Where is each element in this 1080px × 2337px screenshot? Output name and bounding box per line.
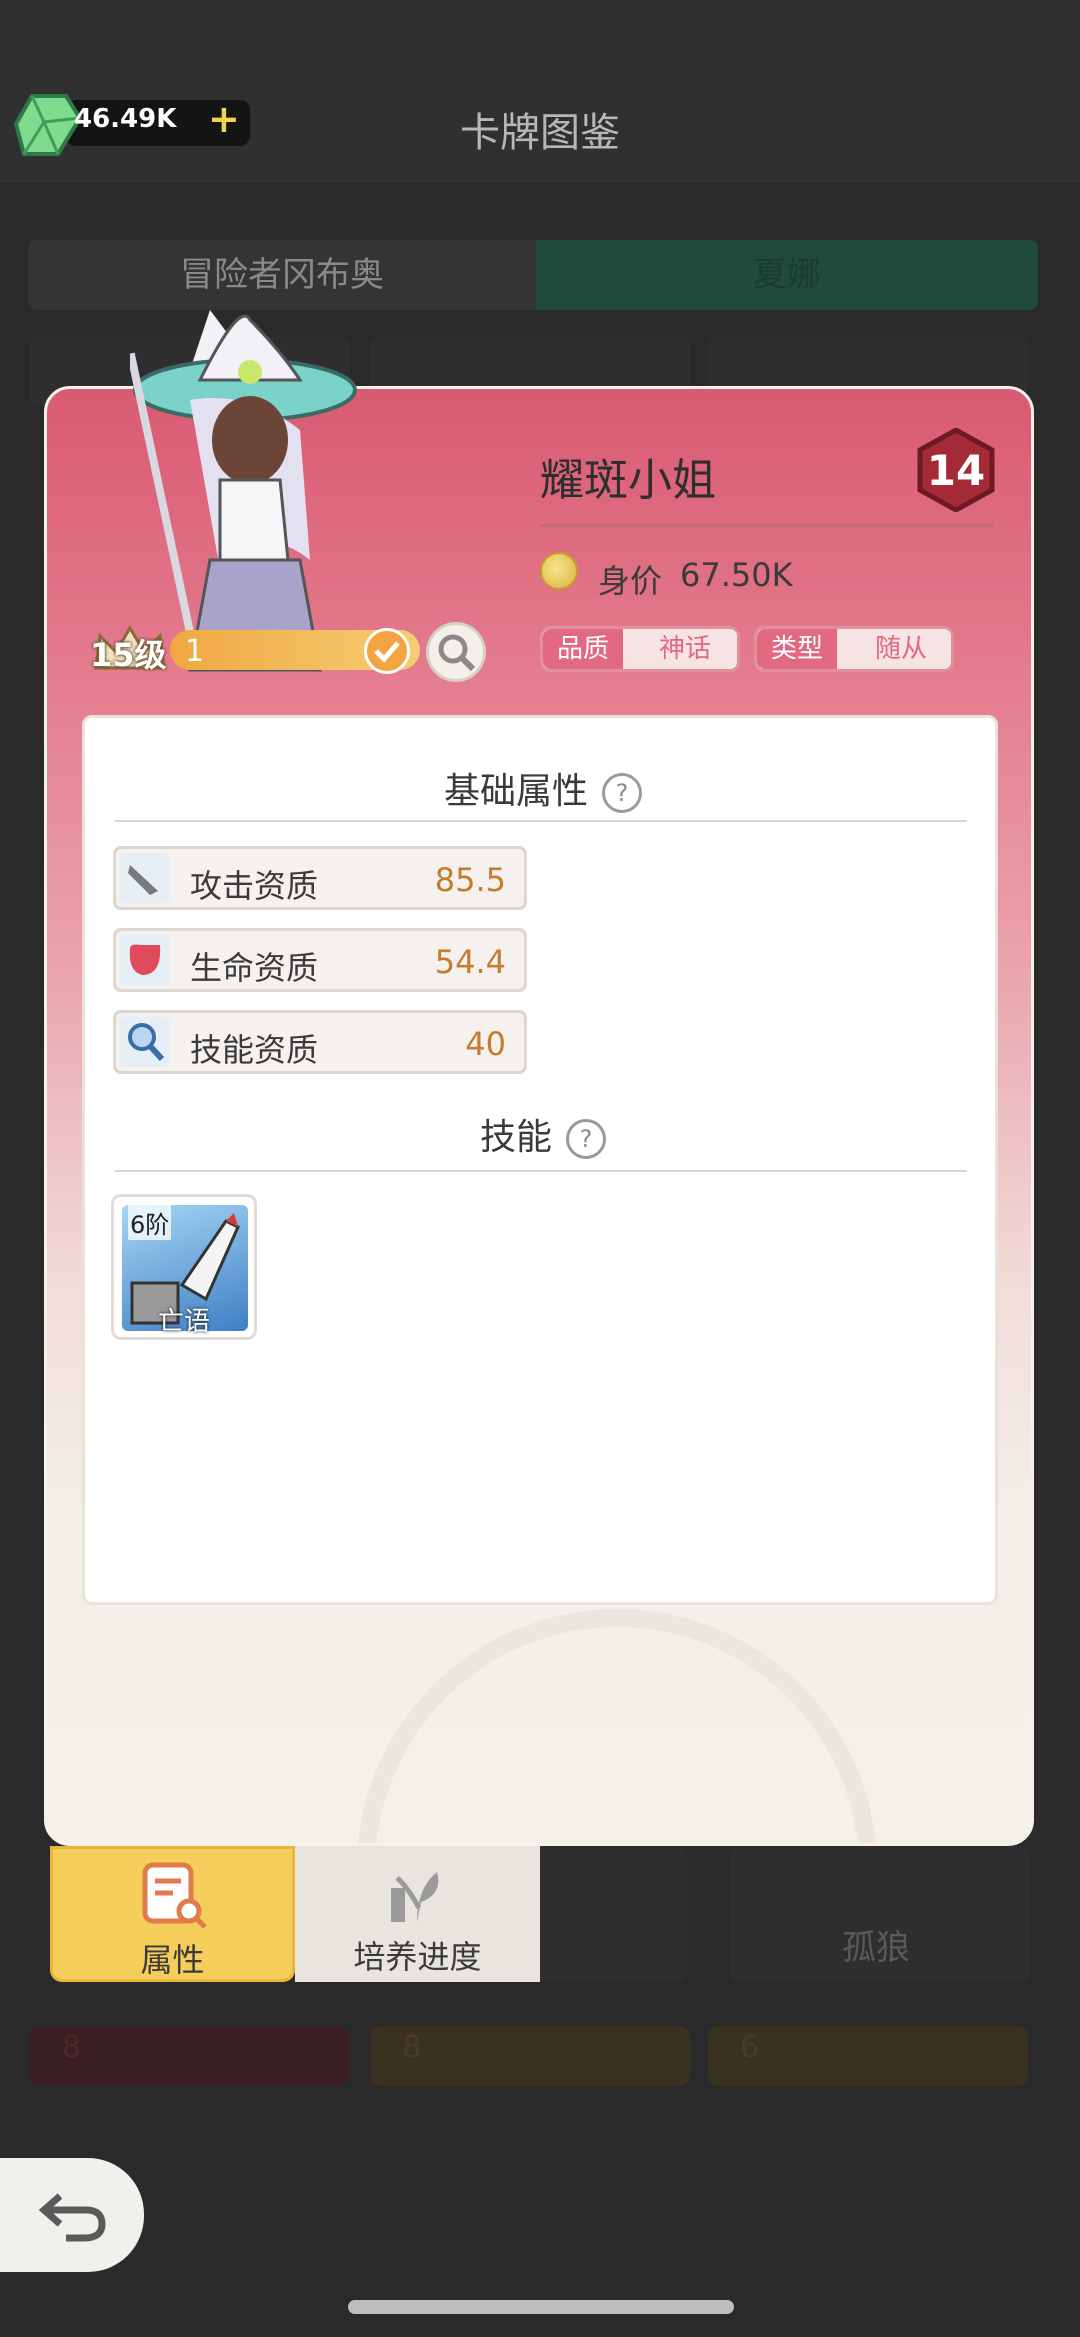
skills-title: 技能 [479,1117,552,1158]
zoom-button[interactable] [426,622,486,682]
level-progress: 15级 1 [90,622,420,678]
type-tag-value: 随从 [875,634,928,664]
price-value: 67.50K [680,556,793,594]
skills-header: 技能? [85,1108,1001,1160]
quality-tag-key: 品质 [543,629,624,669]
level-text: 15级 [90,636,167,674]
back-arrow-icon [38,2193,106,2242]
tab-adventurer[interactable]: 冒险者冈布奥 [28,240,536,310]
tab-label: 培养进度 [353,1938,482,1976]
tab-shana[interactable]: 夏娜 [536,240,1038,310]
emblem-watermark [357,1609,877,1843]
bg-card-level: 8 [62,2030,82,2065]
attr-value: 54.4 [434,943,506,981]
character-name: 耀斑小姐 [540,455,716,506]
level-badge-value: 14 [926,446,986,495]
tab-label: 属性 [140,1941,205,1979]
bg-card-label: 孤狼 [842,1928,910,1968]
quality-tag-value: 神话 [659,634,712,664]
check-icon [364,628,410,674]
page-title: 卡牌图鉴 [460,110,620,156]
quality-tag: 品质 神话 [540,626,740,672]
attr-row-life: 生命资质 54.4 [113,928,527,992]
base-attrs-title: 基础属性 [443,771,588,812]
bg-card-level: 8 [402,2030,422,2065]
magnifier-icon [120,1017,170,1067]
level-value: 1 [185,634,205,669]
tab-attributes[interactable]: 属性 [50,1846,295,1982]
type-tag: 类型 随从 [754,626,954,672]
attr-label: 技能资质 [190,1031,319,1069]
price-label: 身价 [598,562,663,600]
diamond-coin-icon [540,552,578,590]
attr-value: 85.5 [434,861,506,899]
tab-training-progress[interactable]: 培养进度 [295,1846,540,1982]
plant-icon [391,1872,439,1922]
base-attrs-header: 基础属性? [85,762,1001,814]
skill-tier: 6阶 [128,1205,172,1240]
sword-icon [120,853,170,903]
attr-row-skill: 技能资质 40 [113,1010,527,1074]
bg-card-level: 6 [740,2030,760,2065]
magnifier-icon [438,634,476,672]
name-divider [540,524,994,527]
type-tag-key: 类型 [757,629,838,669]
character-tabs: 冒险者冈布奥 夏娜 [28,240,1038,310]
attr-label: 攻击资质 [190,867,319,905]
bottom-tabs: 属性 培养进度 [50,1846,540,1982]
skill-slot[interactable]: 6阶 亡语 [111,1194,257,1340]
attr-label: 生命资质 [190,949,319,987]
help-icon[interactable]: ? [566,1119,606,1159]
divider [115,1170,967,1172]
divider [115,820,967,822]
heart-icon [120,935,170,985]
attr-value: 40 [465,1025,506,1063]
attributes-panel: 基础属性? 攻击资质 85.5 生命资质 54.4 技能资质 40 技能? 6阶… [82,715,998,1605]
document-search-icon [142,1862,207,1929]
attr-row-attack: 攻击资质 85.5 [113,846,527,910]
home-indicator[interactable] [348,2300,734,2314]
bg-card[interactable]: 孤狼 [730,1846,1030,1982]
back-button[interactable] [0,2158,144,2272]
help-icon[interactable]: ? [602,773,642,813]
skill-name: 亡语 [157,1307,210,1337]
